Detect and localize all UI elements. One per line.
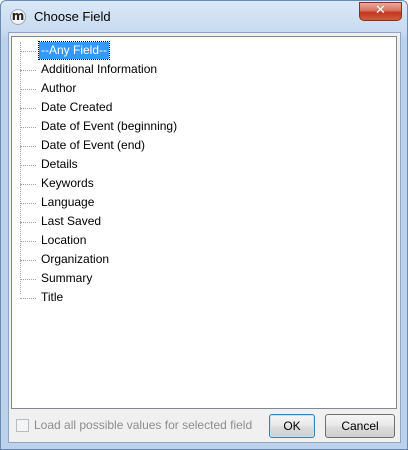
close-button[interactable]: ✕ <box>359 2 402 21</box>
tree-item-label: Last Saved <box>41 214 102 228</box>
tree-item-label: Date Created <box>41 100 113 114</box>
choose-field-dialog: m Choose Field ✕ --Any Field-- Additiona… <box>0 0 408 450</box>
field-tree[interactable]: --Any Field-- Additional Information Aut… <box>11 36 397 409</box>
tree-item-label: Keywords <box>41 176 94 190</box>
tree-item-label: --Any Field-- <box>37 41 111 60</box>
title-bar[interactable]: m Choose Field ✕ <box>1 1 407 33</box>
tree-item-label: Organization <box>41 252 110 266</box>
ok-button[interactable]: OK <box>269 414 315 438</box>
close-icon: ✕ <box>375 3 386 18</box>
app-icon: m <box>10 9 26 25</box>
tree-item-label: Date of Event (end) <box>41 138 146 152</box>
tree-connector-line <box>20 42 21 294</box>
cancel-button[interactable]: Cancel <box>325 414 395 438</box>
tree-item-label: Details <box>41 157 78 171</box>
tree-item-label: Summary <box>41 271 93 285</box>
load-all-values-checkbox[interactable] <box>16 419 29 432</box>
tree-item-label: Title <box>41 290 64 304</box>
tree-item-label: Location <box>41 233 87 247</box>
load-all-values-label: Load all possible values for selected fi… <box>34 418 253 432</box>
tree-item-label: Date of Event (beginning) <box>41 119 178 133</box>
dialog-title: Choose Field <box>34 9 111 24</box>
tree-item-label: Author <box>41 81 77 95</box>
dialog-body: --Any Field-- Additional Information Aut… <box>8 32 401 443</box>
tree-item-label: Language <box>41 195 95 209</box>
tree-item-label: Additional Information <box>41 62 158 76</box>
